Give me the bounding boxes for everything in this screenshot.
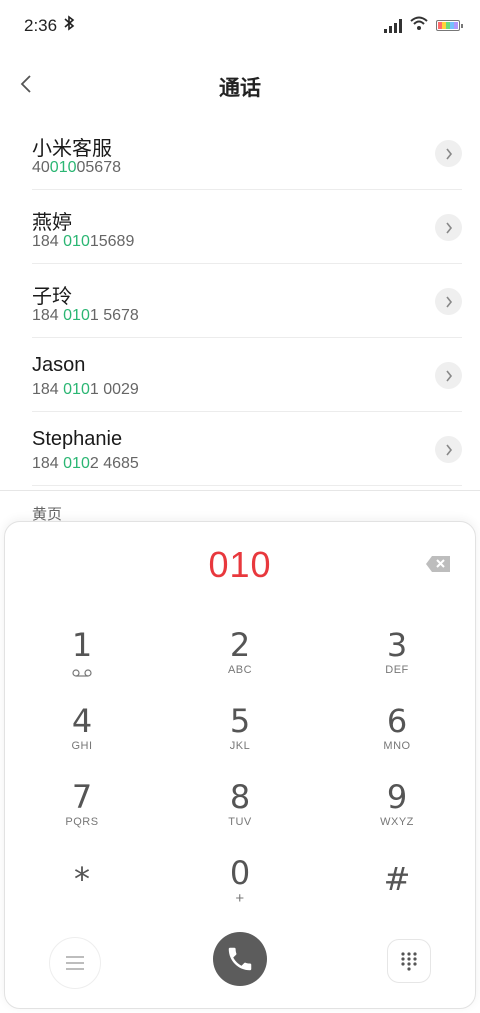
key-hash[interactable]: #	[337, 862, 457, 932]
key-digit: *	[74, 860, 90, 898]
key-digit: 3	[386, 626, 408, 664]
key-digit: 7	[71, 778, 93, 816]
key-digit: 6	[386, 702, 408, 740]
contact-name: 小米客服	[32, 138, 112, 160]
contact-number: 184 01015689	[32, 233, 135, 250]
contact-number: 184 0101 5678	[32, 307, 139, 324]
contact-list: 小米客服 4001005678 燕婷 184 01015689 子玲 184 0…	[0, 116, 480, 486]
key-8[interactable]: 8 TUV	[180, 780, 300, 850]
contact-number: 184 0102 4685	[32, 455, 139, 472]
dialpad-toggle-button[interactable]	[387, 939, 431, 983]
key-digit: 0	[229, 854, 251, 892]
key-letters: ABC	[227, 664, 253, 676]
contact-row[interactable]: 燕婷 184 01015689	[32, 190, 462, 264]
wifi-icon	[410, 16, 428, 35]
dial-input[interactable]: 010	[5, 544, 475, 586]
key-5[interactable]: 5 JKL	[180, 704, 300, 774]
dialpad-panel: 010 1 2 ABC 3 DEF 4 GHI 5 JKL 6 MNO 7 PQ…	[4, 521, 476, 1009]
key-7[interactable]: 7 PQRS	[22, 780, 142, 850]
key-letters: JKL	[229, 740, 251, 752]
key-star[interactable]: *	[22, 862, 142, 932]
backspace-icon[interactable]	[423, 552, 453, 576]
chevron-right-icon[interactable]	[435, 140, 462, 167]
yellow-pages-section: 黄页	[0, 490, 480, 523]
contact-name: 子玲	[32, 286, 72, 308]
key-digit: 9	[386, 778, 408, 816]
key-9[interactable]: 9 WXYZ	[337, 780, 457, 850]
menu-icon	[66, 956, 84, 970]
key-1[interactable]: 1	[22, 628, 142, 698]
key-letters: WXYZ	[380, 816, 414, 828]
chevron-right-icon[interactable]	[435, 436, 462, 463]
contact-number: 184 0101 0029	[32, 381, 139, 398]
key-digit: 8	[229, 778, 251, 816]
battery-icon	[436, 20, 463, 31]
signal-icon	[384, 18, 402, 33]
phone-icon	[228, 947, 252, 971]
status-bar: 2:36	[0, 0, 480, 52]
contact-row[interactable]: Stephanie 184 0102 4685	[32, 412, 462, 486]
contact-number: 4001005678	[32, 159, 121, 176]
key-digit: 2	[229, 626, 251, 664]
key-letters: +	[235, 890, 245, 907]
key-letters: MNO	[383, 740, 411, 752]
contact-name: Jason	[32, 354, 86, 376]
chevron-right-icon[interactable]	[435, 362, 462, 389]
chevron-right-icon[interactable]	[435, 214, 462, 241]
contact-name: Stephanie	[32, 428, 123, 450]
key-letters: TUV	[228, 816, 252, 828]
contact-row[interactable]: 子玲 184 0101 5678	[32, 264, 462, 338]
contact-row[interactable]: Jason 184 0101 0029	[32, 338, 462, 412]
chevron-right-icon[interactable]	[435, 288, 462, 315]
key-3[interactable]: 3 DEF	[337, 628, 457, 698]
status-time: 2:36	[24, 16, 58, 35]
dialpad-icon	[401, 952, 417, 971]
key-digit: 5	[229, 702, 251, 740]
bluetooth-icon	[64, 15, 75, 36]
header: 通话	[0, 52, 480, 116]
key-letters: DEF	[385, 664, 409, 676]
menu-button[interactable]	[49, 937, 101, 989]
key-letters: PQRS	[65, 816, 99, 828]
key-digit: 4	[71, 702, 93, 740]
contact-row[interactable]: 小米客服 4001005678	[32, 116, 462, 190]
key-4[interactable]: 4 GHI	[22, 704, 142, 774]
status-icons	[384, 16, 463, 35]
dialpad-actions	[5, 932, 475, 992]
call-button[interactable]	[213, 932, 267, 986]
key-6[interactable]: 6 MNO	[337, 704, 457, 774]
key-digit: #	[383, 860, 411, 898]
voicemail-icon	[22, 664, 142, 682]
contact-name: 燕婷	[32, 212, 72, 234]
key-digit: 1	[71, 626, 93, 664]
key-letters: GHI	[71, 740, 93, 752]
page-title: 通话	[219, 77, 261, 100]
key-2[interactable]: 2 ABC	[180, 628, 300, 698]
key-0[interactable]: 0 +	[180, 856, 300, 926]
